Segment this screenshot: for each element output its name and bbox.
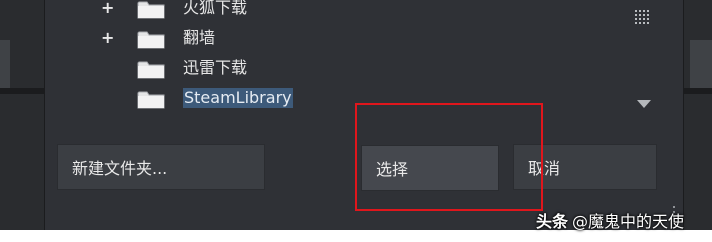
background-divider (0, 88, 44, 94)
folder-row[interactable]: + 火狐下载 (45, 0, 645, 20)
watermark: 头条 @魔鬼中的天使 (536, 208, 684, 232)
background-panel (0, 40, 10, 88)
folder-icon (137, 31, 165, 49)
folder-icon (137, 91, 165, 109)
folder-label[interactable]: SteamLibrary (183, 88, 293, 108)
watermark-author: @魔鬼中的天使 (572, 212, 685, 231)
select-button[interactable]: 选择 (361, 145, 499, 191)
new-folder-button[interactable]: 新建文件夹... (57, 144, 265, 190)
background-divider (682, 88, 712, 94)
folder-icon (137, 61, 165, 79)
folder-label[interactable]: 迅雷下载 (183, 58, 247, 78)
background-window-left (0, 0, 44, 230)
folder-picker-dialog: + 火狐下载 + 翻墙 迅雷下载 SteamLibrary 新建文件夹... 选… (44, 0, 684, 230)
folder-tree: + 火狐下载 + 翻墙 迅雷下载 SteamLibrary (45, 0, 645, 120)
folder-icon (137, 1, 165, 19)
folder-label[interactable]: 火狐下载 (183, 0, 247, 18)
expand-icon[interactable]: + (101, 0, 114, 20)
cancel-button[interactable]: 取消 (513, 144, 657, 190)
scroll-down-icon[interactable] (637, 100, 651, 108)
folder-row[interactable]: + 翻墙 (45, 26, 645, 50)
background-window-right (682, 0, 712, 230)
background-panel (690, 40, 712, 88)
folder-row[interactable]: 迅雷下载 (45, 56, 645, 80)
watermark-logo: 头条 (536, 212, 569, 231)
expand-icon[interactable]: + (101, 26, 114, 50)
folder-row-selected[interactable]: SteamLibrary (45, 86, 645, 110)
grid-icon[interactable] (635, 10, 651, 24)
folder-label[interactable]: 翻墙 (183, 28, 215, 48)
